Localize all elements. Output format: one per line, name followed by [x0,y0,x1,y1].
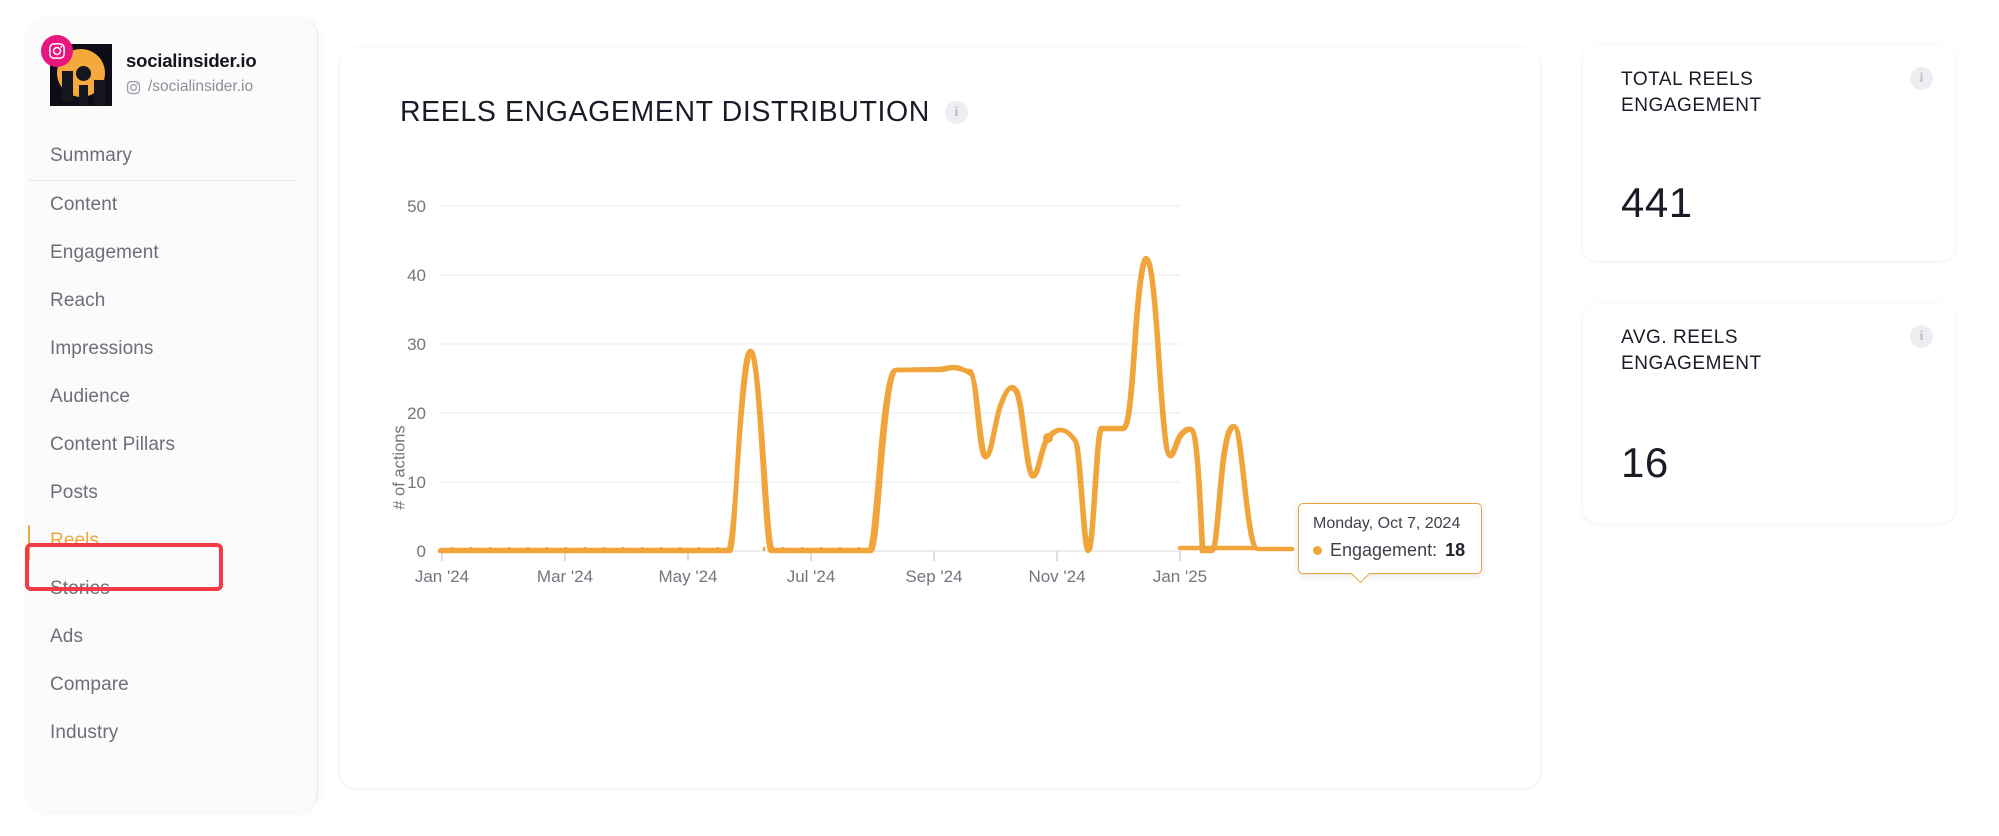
sidebar-item-summary[interactable]: Summary [28,132,295,181]
page-title: REELS ENGAGEMENT DISTRIBUTION [400,96,930,128]
y-axis-ticks: 50 40 30 20 10 0 [407,197,426,561]
sidebar-item-stories[interactable]: Stories [28,565,317,613]
tooltip-series-label: Engagement: [1330,540,1438,560]
sidebar-item-reels[interactable]: Reels [28,517,317,565]
tooltip-series-dot [1313,546,1322,555]
svg-text:Jan '25: Jan '25 [1153,567,1207,586]
kpi-title: AVG. REELS ENGAGEMENT [1621,327,1762,374]
app-root: socialinsider.io /socialinsider.io Summa… [0,0,1999,836]
svg-text:Sep '24: Sep '24 [905,567,962,586]
profile-name: socialinsider.io [126,50,257,71]
avatar-shape-bar-right [94,80,105,106]
sidebar-item-industry[interactable]: Industry [28,709,317,757]
svg-text:50: 50 [407,197,426,216]
engagement-line-main [438,256,1295,553]
profile-header: socialinsider.io /socialinsider.io [28,18,317,106]
sidebar-item-reach[interactable]: Reach [28,277,317,325]
kpi-header: AVG. REELS ENGAGEMENT i [1583,303,1955,376]
sidebar-item-label: Reels [50,530,100,551]
svg-text:20: 20 [407,404,426,423]
svg-text:Jan '24: Jan '24 [415,567,469,586]
chart-header: REELS ENGAGEMENT DISTRIBUTION i [340,48,1540,129]
info-icon[interactable]: i [1910,325,1933,348]
hovered-data-point [1043,433,1053,443]
sidebar-item-label: Content Pillars [50,434,176,455]
sidebar-item-engagement[interactable]: Engagement [28,229,317,277]
sidebar-item-label: Summary [50,145,132,166]
svg-text:Nov '24: Nov '24 [1028,567,1085,586]
sidebar-item-compare[interactable]: Compare [28,661,317,709]
sidebar-item-ads[interactable]: Ads [28,613,317,661]
sidebar-item-label: Audience [50,386,131,407]
svg-text:Mar '24: Mar '24 [537,567,593,586]
tooltip-series-row: Engagement: 18 [1313,540,1465,561]
profile-handle-text: /socialinsider.io [148,78,254,96]
sidebar-item-content-pillars[interactable]: Content Pillars [28,421,317,469]
sidebar-item-label: Engagement [50,242,159,263]
svg-text:May '24: May '24 [659,567,718,586]
sidebar-item-label: Impressions [50,338,154,359]
info-icon[interactable]: i [1910,67,1933,90]
kpi-title: TOTAL REELS ENGAGEMENT [1621,69,1762,116]
svg-text:0: 0 [417,542,426,561]
gridlines [440,205,1180,483]
sidebar-item-posts[interactable]: Posts [28,469,317,517]
reels-engagement-chart-card: REELS ENGAGEMENT DISTRIBUTION i # of act… [340,48,1540,788]
avatar [41,35,112,106]
tooltip-series-value: 18 [1445,540,1466,560]
svg-text:10: 10 [407,473,426,492]
sidebar-item-label: Stories [50,578,110,599]
kpi-value: 16 [1621,439,1669,486]
kpi-avg-reels-engagement: AVG. REELS ENGAGEMENT i 16 [1583,303,1955,523]
svg-text:30: 30 [407,335,426,354]
engagement-line-chart: 50 40 30 20 10 0 Jan '24 Mar '24 May '24… [407,197,1295,586]
avatar-shape-dot [76,66,91,81]
svg-text:Jul '24: Jul '24 [787,567,836,586]
avatar-shape-bar-left [62,71,73,101]
sidebar: socialinsider.io /socialinsider.io Summa… [28,18,318,810]
kpi-header: TOTAL REELS ENGAGEMENT i [1583,45,1955,118]
sidebar-item-label: Posts [50,482,99,503]
info-icon[interactable]: i [944,101,968,124]
sidebar-item-content[interactable]: Content [28,181,317,229]
tooltip-date: Monday, Oct 7, 2024 [1313,515,1461,532]
sidebar-nav: Summary Content Engagement Reach Impress… [28,132,317,757]
svg-text:40: 40 [407,266,426,285]
kpi-value: 441 [1621,179,1693,226]
profile-handle: /socialinsider.io [126,78,256,96]
profile-text: socialinsider.io /socialinsider.io [126,44,257,96]
sidebar-item-label: Ads [50,626,84,647]
chart-plot-area: # of actions 50 40 30 20 10 0 Jan '24 Ma… [340,158,1540,788]
chart-tooltip: Monday, Oct 7, 2024 Engagement: 18 [1298,503,1483,574]
x-axis-ticks: Jan '24 Mar '24 May '24 Jul '24 Sep '24 … [415,567,1207,586]
avatar-shape-bar-center [79,85,88,106]
instagram-icon [41,35,73,67]
engagement-line [437,255,1259,554]
sidebar-item-label: Industry [50,722,119,743]
sidebar-item-audience[interactable]: Audience [28,373,317,421]
sidebar-item-label: Reach [50,290,106,311]
sidebar-item-impressions[interactable]: Impressions [28,325,317,373]
sidebar-item-label: Compare [50,674,129,695]
sidebar-item-label: Content [50,194,118,215]
kpi-total-reels-engagement: TOTAL REELS ENGAGEMENT i 441 [1583,45,1955,261]
tooltip-arrow [1351,573,1369,583]
instagram-small-icon [126,80,141,94]
